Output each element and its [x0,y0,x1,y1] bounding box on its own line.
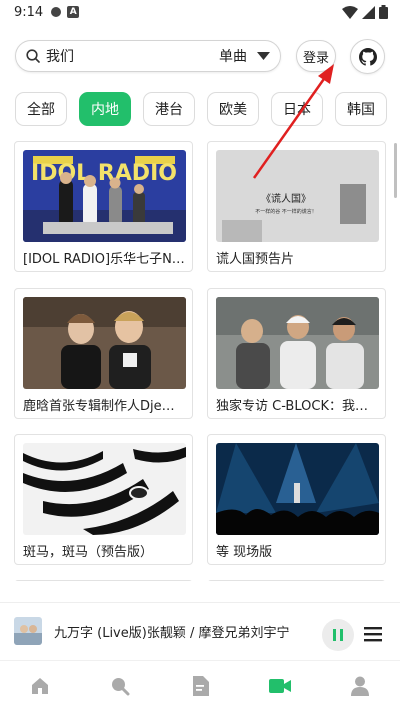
nav-home[interactable] [20,666,60,706]
pause-icon [333,629,343,641]
search-scope-select[interactable]: 单曲 [219,46,247,66]
tab-korea[interactable]: 韩国 [335,92,387,126]
nav-video[interactable] [260,666,300,706]
nav-library[interactable] [180,666,220,706]
pause-button[interactable] [322,619,354,651]
login-button[interactable]: 登录 [296,40,336,72]
video-card[interactable]: 鹿晗首张专辑制作人Djemba... [14,288,193,419]
thumb-logo-text: IDOL RADIO [31,161,177,186]
notification-icon [51,7,62,17]
status-bar: 9:14 A [0,0,400,24]
home-icon [32,677,48,694]
c-block-interview-thumbnail-image [216,297,379,389]
idol-radio-thumbnail-image: IDOL RADIO [23,150,186,242]
video-thumbnail [23,443,186,535]
album-cover[interactable] [14,617,42,645]
github-button[interactable] [350,39,385,74]
video-thumbnail [216,297,379,389]
video-title: 鹿晗首张专辑制作人Djemba... [23,399,186,414]
scrollbar-thumb[interactable] [394,143,397,198]
wifi-icon [342,5,358,19]
github-icon [358,47,377,66]
region-tabs: 全部 内地 港台 欧美 日本 韩国 [15,92,387,126]
video-card[interactable] [207,580,386,581]
video-title: 独家专访 C-BLOCK：我们唱... [216,399,379,414]
nav-discover[interactable] [100,666,140,706]
video-thumbnail [216,443,379,535]
zebra-thumbnail-image [23,443,186,535]
video-thumbnail: IDOL RADIO [23,150,186,242]
search-bar[interactable]: 我们 单曲 [15,40,281,72]
tab-japan[interactable]: 日本 [271,92,323,126]
app-notification-icon: A [67,6,80,18]
video-thumbnail: 《谎人国》 不一样的谷 不一样的谎言！ [216,150,379,242]
search-icon [26,49,40,63]
search-input[interactable]: 我们 [46,46,166,66]
live-concert-thumbnail-image [216,443,379,535]
status-time: 9:14 [14,4,44,20]
video-icon [269,678,291,693]
video-thumbnail [23,297,186,389]
song-artist: 张靓颖 / 摩登兄弟刘宇宁 [146,625,290,641]
battery-icon [379,5,388,19]
video-title: 等 现场版 [216,545,273,560]
video-title: [IDOL RADIO]乐华七子NEXT... [23,252,186,267]
video-card[interactable]: 《谎人国》 不一样的谷 不一样的谎言！ 谎人国预告片 [207,141,386,272]
producer-interview-thumbnail-image [23,297,186,389]
tab-hk-tw[interactable]: 港台 [143,92,195,126]
signal-icon [362,5,375,19]
now-playing: 九万字 (Live版)张靓颖 / 摩登兄弟刘宇宁 [54,622,289,641]
thumb-subtitle-text: 不一样的谷 不一样的谎言！ [255,208,317,215]
video-card[interactable]: 斑马，斑马（预告版） [14,434,193,565]
nav-profile[interactable] [340,666,380,706]
video-card[interactable] [14,580,193,581]
album-cover-image [14,617,42,645]
video-title: 斑马，斑马（预告版） [23,545,154,560]
song-title: 九万字 (Live版) [54,625,147,641]
video-card[interactable]: 独家专访 C-BLOCK：我们唱... [207,288,386,419]
caret-down-icon[interactable] [257,52,270,60]
video-grid: IDOL RADIO [IDOL RADIO]乐华七子NEXT... 《谎人国》… [14,141,386,581]
video-title: 谎人国预告片 [216,252,295,267]
tab-mainland[interactable]: 内地 [79,92,131,126]
tab-western[interactable]: 欧美 [207,92,259,126]
document-icon [193,675,209,696]
tab-all[interactable]: 全部 [15,92,67,126]
status-right [342,5,388,19]
liar-nation-thumbnail-image: 《谎人国》 不一样的谷 不一样的谎言！ [216,150,379,242]
video-card[interactable]: 等 现场版 [207,434,386,565]
playlist-icon[interactable] [364,625,382,643]
bottom-navigation [0,660,400,710]
profile-icon [351,676,369,696]
discover-icon [112,677,130,695]
video-card[interactable]: IDOL RADIO [IDOL RADIO]乐华七子NEXT... [14,141,193,272]
mini-player[interactable]: 九万字 (Live版)张靓颖 / 摩登兄弟刘宇宁 [0,603,400,659]
thumb-title-text: 《谎人国》 [261,192,311,205]
